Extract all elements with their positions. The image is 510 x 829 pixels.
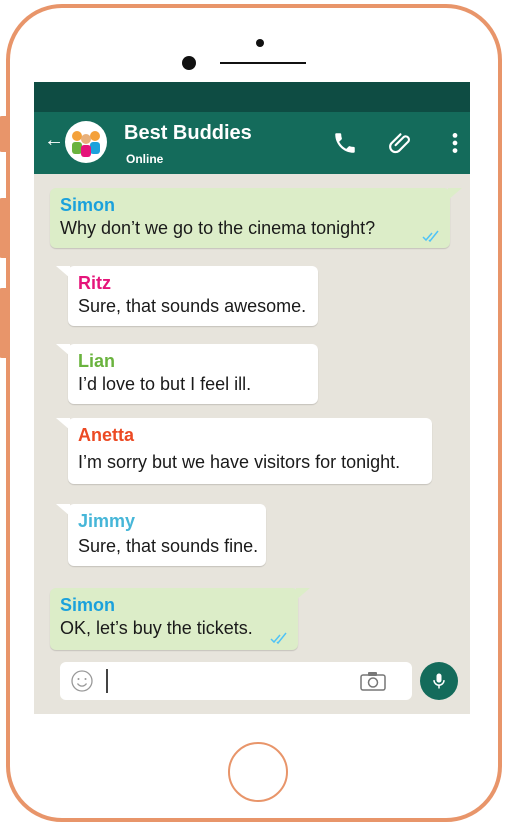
sender-name: Simon xyxy=(60,595,116,615)
message-text: I’d love to but I feel ill. xyxy=(78,374,252,394)
bubble-tail xyxy=(56,418,70,430)
smiley-icon[interactable] xyxy=(70,669,94,693)
message-bubble-incoming[interactable]: Lian I’d love to but I feel ill. xyxy=(56,344,318,404)
paperclip-icon[interactable] xyxy=(388,130,414,156)
speaker-grille xyxy=(220,62,306,64)
message-text: I’m sorry but we have visitors for tonig… xyxy=(78,452,401,472)
camera-icon[interactable] xyxy=(360,671,386,691)
message-text: Sure, that sounds awesome. xyxy=(78,296,307,316)
online-status: Online xyxy=(126,152,164,166)
mic-icon xyxy=(433,673,445,689)
message-bubble-incoming[interactable]: Anetta I’m sorry but we have visitors fo… xyxy=(56,418,432,484)
message-bubble-outgoing[interactable]: Simon OK, let’s buy the tickets. xyxy=(50,588,310,650)
double-check-icon xyxy=(270,632,287,644)
chat-header: ← Best Buddies Online xyxy=(34,112,470,174)
bubble-tail xyxy=(56,504,70,516)
side-button-top xyxy=(0,116,6,152)
phone-frame: ← Best Buddies Online Simon Why don’t we… xyxy=(0,4,502,822)
bubble-tail xyxy=(296,588,310,600)
status-bar xyxy=(34,82,470,112)
bubble-tail xyxy=(56,344,70,356)
chat-screen: ← Best Buddies Online Simon Why don’t we… xyxy=(34,82,470,714)
mic-button[interactable] xyxy=(420,662,458,700)
double-check-icon xyxy=(422,230,439,242)
bubble-tail xyxy=(56,266,70,278)
more-vertical-icon[interactable] xyxy=(442,130,468,156)
bubble-tail xyxy=(448,188,462,200)
front-camera xyxy=(182,56,196,70)
message-bubble-incoming[interactable]: Ritz Sure, that sounds awesome. xyxy=(56,266,318,326)
message-text: Why don’t we go to the cinema tonight? xyxy=(60,218,376,238)
sensor-dot xyxy=(256,39,264,47)
phone-icon[interactable] xyxy=(332,130,358,156)
sender-name: Lian xyxy=(78,351,116,371)
side-button-volume-up xyxy=(0,198,6,258)
chat-title[interactable]: Best Buddies xyxy=(124,122,252,145)
message-text: OK, let’s buy the tickets. xyxy=(60,618,253,638)
sender-name: Simon xyxy=(60,195,116,215)
sender-name: Ritz xyxy=(78,273,111,293)
message-input-bar[interactable] xyxy=(60,662,412,700)
sender-name: Jimmy xyxy=(78,511,136,531)
home-button[interactable] xyxy=(228,742,288,802)
side-button-volume-down xyxy=(0,288,6,358)
sender-name: Anetta xyxy=(78,425,135,445)
message-bubble-incoming[interactable]: Jimmy Sure, that sounds fine. xyxy=(56,504,266,566)
back-arrow-icon[interactable]: ← xyxy=(44,130,64,150)
group-avatar-icon[interactable] xyxy=(64,120,108,164)
text-cursor xyxy=(106,669,108,693)
message-text: Sure, that sounds fine. xyxy=(78,536,259,556)
message-bubble-outgoing[interactable]: Simon Why don’t we go to the cinema toni… xyxy=(50,188,462,248)
